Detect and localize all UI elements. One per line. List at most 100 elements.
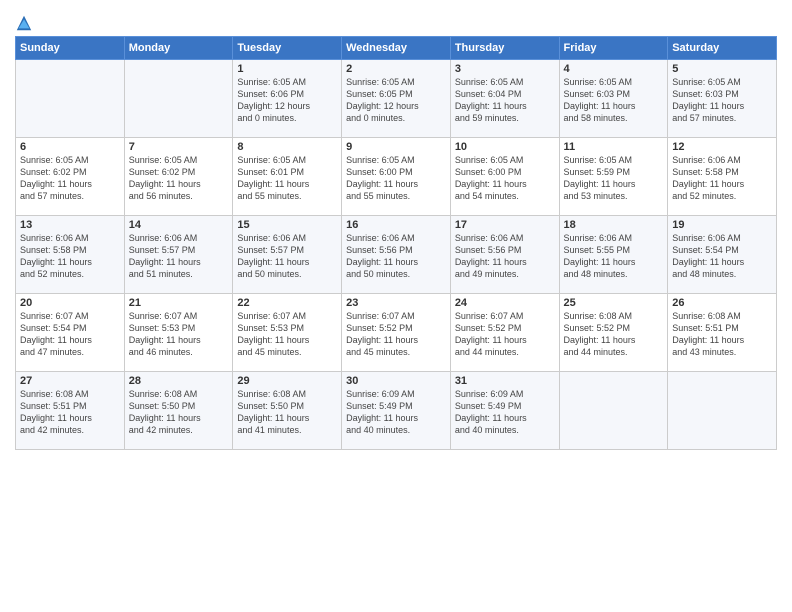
day-info: Sunrise: 6:08 AM Sunset: 5:50 PM Dayligh… (129, 388, 229, 437)
day-info: Sunrise: 6:08 AM Sunset: 5:51 PM Dayligh… (20, 388, 120, 437)
day-info: Sunrise: 6:05 AM Sunset: 6:02 PM Dayligh… (129, 154, 229, 203)
day-number: 18 (564, 219, 664, 231)
day-info: Sunrise: 6:06 AM Sunset: 5:55 PM Dayligh… (564, 232, 664, 281)
day-number: 12 (672, 141, 772, 153)
calendar-cell: 9Sunrise: 6:05 AM Sunset: 6:00 PM Daylig… (342, 138, 451, 216)
column-header-monday: Monday (124, 37, 233, 60)
day-number: 14 (129, 219, 229, 231)
logo-icon (15, 14, 33, 32)
calendar-cell: 25Sunrise: 6:08 AM Sunset: 5:52 PM Dayli… (559, 294, 668, 372)
day-number: 25 (564, 297, 664, 309)
calendar-cell: 18Sunrise: 6:06 AM Sunset: 5:55 PM Dayli… (559, 216, 668, 294)
day-number: 16 (346, 219, 446, 231)
calendar-cell: 4Sunrise: 6:05 AM Sunset: 6:03 PM Daylig… (559, 60, 668, 138)
calendar-cell: 2Sunrise: 6:05 AM Sunset: 6:05 PM Daylig… (342, 60, 451, 138)
column-header-friday: Friday (559, 37, 668, 60)
calendar-cell: 13Sunrise: 6:06 AM Sunset: 5:58 PM Dayli… (16, 216, 125, 294)
calendar-cell: 16Sunrise: 6:06 AM Sunset: 5:56 PM Dayli… (342, 216, 451, 294)
day-info: Sunrise: 6:08 AM Sunset: 5:50 PM Dayligh… (237, 388, 337, 437)
day-info: Sunrise: 6:05 AM Sunset: 6:03 PM Dayligh… (564, 76, 664, 125)
calendar-cell: 14Sunrise: 6:06 AM Sunset: 5:57 PM Dayli… (124, 216, 233, 294)
day-info: Sunrise: 6:05 AM Sunset: 6:00 PM Dayligh… (346, 154, 446, 203)
calendar-cell: 15Sunrise: 6:06 AM Sunset: 5:57 PM Dayli… (233, 216, 342, 294)
day-number: 22 (237, 297, 337, 309)
calendar-cell: 29Sunrise: 6:08 AM Sunset: 5:50 PM Dayli… (233, 372, 342, 450)
calendar-cell: 11Sunrise: 6:05 AM Sunset: 5:59 PM Dayli… (559, 138, 668, 216)
day-info: Sunrise: 6:09 AM Sunset: 5:49 PM Dayligh… (455, 388, 555, 437)
calendar-cell: 1Sunrise: 6:05 AM Sunset: 6:06 PM Daylig… (233, 60, 342, 138)
page-container: SundayMondayTuesdayWednesdayThursdayFrid… (0, 0, 792, 455)
calendar-cell: 20Sunrise: 6:07 AM Sunset: 5:54 PM Dayli… (16, 294, 125, 372)
day-number: 2 (346, 63, 446, 75)
day-info: Sunrise: 6:05 AM Sunset: 6:03 PM Dayligh… (672, 76, 772, 125)
day-info: Sunrise: 6:05 AM Sunset: 5:59 PM Dayligh… (564, 154, 664, 203)
calendar-cell: 10Sunrise: 6:05 AM Sunset: 6:00 PM Dayli… (450, 138, 559, 216)
day-number: 10 (455, 141, 555, 153)
calendar-week-5: 27Sunrise: 6:08 AM Sunset: 5:51 PM Dayli… (16, 372, 777, 450)
day-number: 20 (20, 297, 120, 309)
calendar-cell: 30Sunrise: 6:09 AM Sunset: 5:49 PM Dayli… (342, 372, 451, 450)
column-header-wednesday: Wednesday (342, 37, 451, 60)
calendar-cell: 24Sunrise: 6:07 AM Sunset: 5:52 PM Dayli… (450, 294, 559, 372)
column-header-saturday: Saturday (668, 37, 777, 60)
calendar-cell: 5Sunrise: 6:05 AM Sunset: 6:03 PM Daylig… (668, 60, 777, 138)
calendar-cell: 7Sunrise: 6:05 AM Sunset: 6:02 PM Daylig… (124, 138, 233, 216)
day-info: Sunrise: 6:07 AM Sunset: 5:52 PM Dayligh… (346, 310, 446, 359)
day-number: 29 (237, 375, 337, 387)
day-number: 11 (564, 141, 664, 153)
day-number: 7 (129, 141, 229, 153)
day-number: 13 (20, 219, 120, 231)
calendar-week-1: 1Sunrise: 6:05 AM Sunset: 6:06 PM Daylig… (16, 60, 777, 138)
calendar-cell: 23Sunrise: 6:07 AM Sunset: 5:52 PM Dayli… (342, 294, 451, 372)
calendar-cell: 31Sunrise: 6:09 AM Sunset: 5:49 PM Dayli… (450, 372, 559, 450)
day-info: Sunrise: 6:08 AM Sunset: 5:52 PM Dayligh… (564, 310, 664, 359)
day-number: 17 (455, 219, 555, 231)
day-info: Sunrise: 6:05 AM Sunset: 6:04 PM Dayligh… (455, 76, 555, 125)
calendar-table: SundayMondayTuesdayWednesdayThursdayFrid… (15, 36, 777, 450)
day-info: Sunrise: 6:09 AM Sunset: 5:49 PM Dayligh… (346, 388, 446, 437)
day-number: 23 (346, 297, 446, 309)
day-info: Sunrise: 6:06 AM Sunset: 5:54 PM Dayligh… (672, 232, 772, 281)
calendar-cell (668, 372, 777, 450)
day-number: 8 (237, 141, 337, 153)
day-number: 31 (455, 375, 555, 387)
column-header-sunday: Sunday (16, 37, 125, 60)
day-info: Sunrise: 6:07 AM Sunset: 5:52 PM Dayligh… (455, 310, 555, 359)
day-info: Sunrise: 6:07 AM Sunset: 5:53 PM Dayligh… (237, 310, 337, 359)
day-info: Sunrise: 6:05 AM Sunset: 6:01 PM Dayligh… (237, 154, 337, 203)
calendar-cell: 27Sunrise: 6:08 AM Sunset: 5:51 PM Dayli… (16, 372, 125, 450)
day-number: 1 (237, 63, 337, 75)
day-info: Sunrise: 6:08 AM Sunset: 5:51 PM Dayligh… (672, 310, 772, 359)
day-number: 15 (237, 219, 337, 231)
calendar-cell: 22Sunrise: 6:07 AM Sunset: 5:53 PM Dayli… (233, 294, 342, 372)
header (15, 10, 777, 32)
calendar-cell: 3Sunrise: 6:05 AM Sunset: 6:04 PM Daylig… (450, 60, 559, 138)
column-header-tuesday: Tuesday (233, 37, 342, 60)
day-number: 24 (455, 297, 555, 309)
calendar-cell: 12Sunrise: 6:06 AM Sunset: 5:58 PM Dayli… (668, 138, 777, 216)
day-info: Sunrise: 6:06 AM Sunset: 5:58 PM Dayligh… (20, 232, 120, 281)
day-number: 5 (672, 63, 772, 75)
day-info: Sunrise: 6:05 AM Sunset: 6:00 PM Dayligh… (455, 154, 555, 203)
calendar-cell: 17Sunrise: 6:06 AM Sunset: 5:56 PM Dayli… (450, 216, 559, 294)
day-number: 6 (20, 141, 120, 153)
day-info: Sunrise: 6:06 AM Sunset: 5:57 PM Dayligh… (237, 232, 337, 281)
day-info: Sunrise: 6:06 AM Sunset: 5:57 PM Dayligh… (129, 232, 229, 281)
calendar-cell: 6Sunrise: 6:05 AM Sunset: 6:02 PM Daylig… (16, 138, 125, 216)
calendar-cell: 28Sunrise: 6:08 AM Sunset: 5:50 PM Dayli… (124, 372, 233, 450)
calendar-cell: 19Sunrise: 6:06 AM Sunset: 5:54 PM Dayli… (668, 216, 777, 294)
calendar-week-3: 13Sunrise: 6:06 AM Sunset: 5:58 PM Dayli… (16, 216, 777, 294)
day-number: 3 (455, 63, 555, 75)
day-info: Sunrise: 6:05 AM Sunset: 6:02 PM Dayligh… (20, 154, 120, 203)
column-header-thursday: Thursday (450, 37, 559, 60)
day-number: 26 (672, 297, 772, 309)
day-number: 19 (672, 219, 772, 231)
calendar-week-2: 6Sunrise: 6:05 AM Sunset: 6:02 PM Daylig… (16, 138, 777, 216)
calendar-cell: 26Sunrise: 6:08 AM Sunset: 5:51 PM Dayli… (668, 294, 777, 372)
day-number: 28 (129, 375, 229, 387)
day-number: 27 (20, 375, 120, 387)
calendar-cell (16, 60, 125, 138)
calendar-cell (559, 372, 668, 450)
day-number: 21 (129, 297, 229, 309)
day-number: 4 (564, 63, 664, 75)
